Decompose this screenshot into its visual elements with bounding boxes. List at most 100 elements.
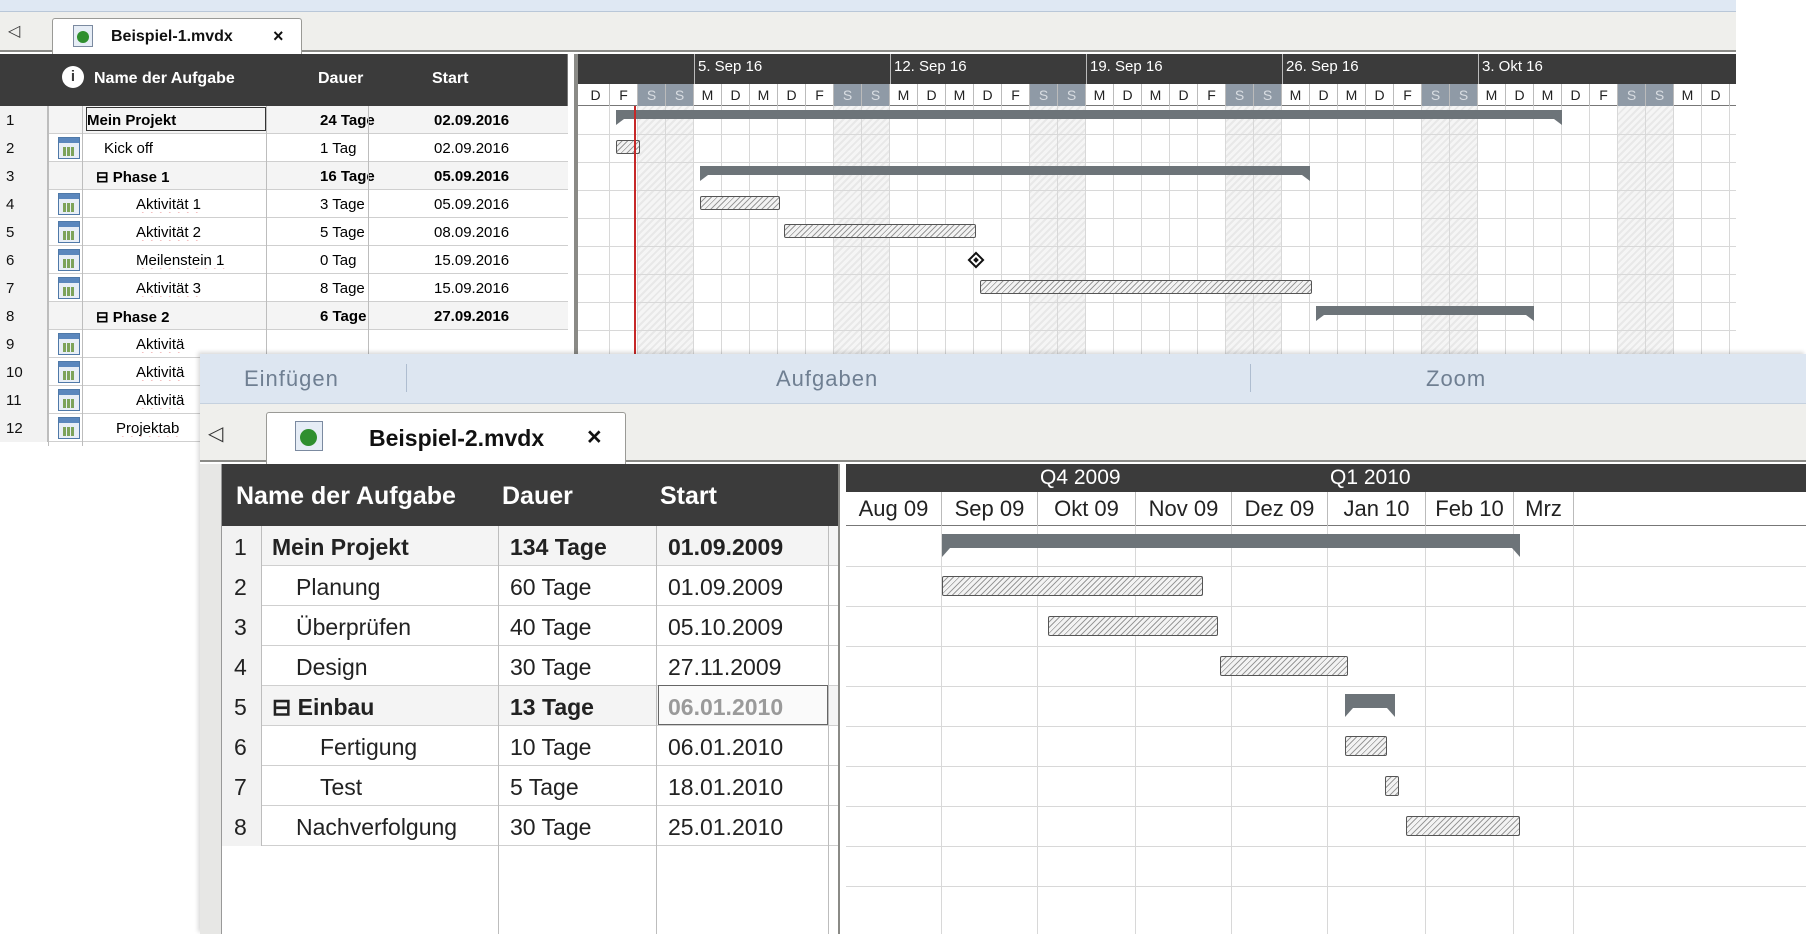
header-name[interactable]: Name der Aufgabe <box>236 482 456 511</box>
task-start[interactable]: 01.09.2009 <box>668 574 783 601</box>
table-row[interactable]: 5 Aktivität 2 5 Tage 08.09.2016 <box>0 218 568 246</box>
summary-bar[interactable] <box>1316 306 1534 321</box>
task-start[interactable]: 27.11.2009 <box>668 654 781 681</box>
column-divider[interactable] <box>48 106 49 446</box>
row-number[interactable]: 1 <box>222 526 262 566</box>
task-start[interactable]: 06.01.2010 <box>668 734 783 761</box>
summary-bar[interactable] <box>942 534 1520 557</box>
summary-bar[interactable] <box>616 110 1562 125</box>
table-row[interactable]: 3 Überprüfen 40 Tage 05.10.2009 <box>222 606 838 646</box>
task-bar[interactable] <box>784 224 976 238</box>
row-number[interactable]: 2 <box>0 134 48 162</box>
row-number[interactable]: 4 <box>0 190 48 218</box>
task-start[interactable]: 02.09.2016 <box>434 112 554 129</box>
scroll-left-icon[interactable]: ◁ <box>8 24 20 40</box>
close-tab-button[interactable]: × <box>273 26 284 47</box>
task-start[interactable]: 05.09.2016 <box>434 196 554 213</box>
table-row[interactable]: 5 ⊟ Einbau 13 Tage 06.01.2010 <box>222 685 838 726</box>
task-start[interactable]: 01.09.2009 <box>668 534 783 561</box>
task-duration[interactable]: 24 Tage <box>320 112 420 129</box>
row-number[interactable]: 8 <box>0 302 48 330</box>
task-bar[interactable] <box>616 140 640 154</box>
task-name[interactable]: ⊟ Phase 2 <box>96 308 308 326</box>
task-bar[interactable] <box>942 576 1204 596</box>
row-number[interactable]: 1 <box>0 106 48 134</box>
ribbon-group-tasks[interactable]: Aufgaben <box>776 366 878 392</box>
task-bar[interactable] <box>1406 816 1520 836</box>
task-bar[interactable] <box>1344 736 1387 756</box>
task-name[interactable]: ⊟ Phase 1 <box>96 168 308 186</box>
task-duration[interactable]: 8 Tage <box>320 280 420 297</box>
task-duration[interactable]: 6 Tage <box>320 308 420 325</box>
task-bar[interactable] <box>700 196 780 210</box>
table-row[interactable]: 6 Fertigung 10 Tage 06.01.2010 <box>222 726 838 766</box>
task-name[interactable]: Mein Projekt <box>86 107 266 131</box>
header-start[interactable]: Start <box>660 482 717 511</box>
row-number[interactable]: 6 <box>0 246 48 274</box>
task-name[interactable]: Aktivität 3 <box>96 280 308 297</box>
column-divider[interactable] <box>82 106 83 446</box>
row-number[interactable]: 7 <box>222 766 262 806</box>
task-name[interactable]: Fertigung <box>320 734 417 761</box>
task-start[interactable]: 06.01.2010 <box>668 694 783 721</box>
task-start[interactable]: 05.09.2016 <box>434 168 554 185</box>
table-row[interactable]: 8 ⊟ Phase 2 6 Tage 27.09.2016 <box>0 302 568 330</box>
row-number[interactable]: 5 <box>222 686 262 726</box>
row-number[interactable]: 12 <box>0 414 48 442</box>
task-bar[interactable] <box>1384 776 1399 796</box>
task-start[interactable]: 02.09.2016 <box>434 140 554 157</box>
tab-beispiel-2[interactable]: Beispiel-2.mvdx × <box>266 412 626 464</box>
summary-bar[interactable] <box>700 166 1310 181</box>
column-divider[interactable] <box>828 526 829 934</box>
task-name[interactable]: Aktivitä <box>96 336 308 353</box>
task-duration[interactable]: 30 Tage <box>510 654 591 681</box>
task-duration[interactable]: 10 Tage <box>510 734 591 761</box>
task-duration[interactable]: 0 Tag <box>320 252 420 269</box>
row-number[interactable]: 7 <box>0 274 48 302</box>
row-number[interactable]: 5 <box>0 218 48 246</box>
ribbon-group-zoom[interactable]: Zoom <box>1426 366 1486 392</box>
task-bar[interactable] <box>980 280 1312 294</box>
task-start[interactable]: 25.01.2010 <box>668 814 783 841</box>
row-number[interactable]: 9 <box>0 330 48 358</box>
task-name[interactable]: Meilenstein 1 <box>96 252 308 269</box>
header-dauer[interactable]: Dauer <box>502 482 573 511</box>
task-start[interactable]: 05.10.2009 <box>668 614 783 641</box>
task-name[interactable]: Kick off <box>96 140 308 157</box>
table-row[interactable]: 6 Meilenstein 1 0 Tag 15.09.2016 <box>0 246 568 274</box>
task-duration[interactable]: 1 Tag <box>320 140 420 157</box>
task-name[interactable]: ⊟ Einbau <box>272 694 374 721</box>
row-number[interactable]: 11 <box>0 386 48 414</box>
task-duration[interactable]: 16 Tage <box>320 168 420 185</box>
row-number[interactable]: 6 <box>222 726 262 766</box>
task-name[interactable]: Planung <box>296 574 380 601</box>
row-number[interactable]: 4 <box>222 646 262 686</box>
table-row[interactable]: 2 Kick off 1 Tag 02.09.2016 <box>0 134 568 162</box>
row-number[interactable]: 3 <box>222 606 262 646</box>
task-start[interactable]: 15.09.2016 <box>434 252 554 269</box>
task-name[interactable]: Mein Projekt <box>272 534 409 561</box>
ribbon-group-insert[interactable]: Einfügen <box>244 366 339 392</box>
table-row[interactable]: 3 ⊟ Phase 1 16 Tage 05.09.2016 <box>0 162 568 190</box>
task-duration[interactable]: 5 Tage <box>320 224 420 241</box>
table-row[interactable]: 1 Mein Projekt 24 Tage 02.09.2016 <box>0 106 568 134</box>
gantt-chart-2[interactable]: Q4 2009 Q1 2010 Aug 09 Sep 09 Okt 09 Nov 09 D… <box>846 464 1806 934</box>
table-row[interactable]: 7 Test 5 Tage 18.01.2010 <box>222 766 838 806</box>
table-row[interactable]: 2 Planung 60 Tage 01.09.2009 <box>222 566 838 606</box>
row-number[interactable]: 2 <box>222 566 262 606</box>
task-duration[interactable]: 60 Tage <box>510 574 591 601</box>
task-name[interactable]: Nachverfolgung <box>296 814 457 841</box>
row-number[interactable]: 8 <box>222 806 262 846</box>
table-row[interactable]: 4 Aktivität 1 3 Tage 05.09.2016 <box>0 190 568 218</box>
table-row[interactable]: 4 Design 30 Tage 27.11.2009 <box>222 646 838 686</box>
task-duration[interactable]: 3 Tage <box>320 196 420 213</box>
row-number[interactable]: 3 <box>0 162 48 190</box>
row-number[interactable]: 10 <box>0 358 48 386</box>
task-duration[interactable]: 134 Tage <box>510 534 607 561</box>
task-start[interactable]: 27.09.2016 <box>434 308 554 325</box>
table-row[interactable]: 8 Nachverfolgung 30 Tage 25.01.2010 <box>222 806 838 846</box>
table-row[interactable]: 1 Mein Projekt 134 Tage 01.09.2009 <box>222 526 838 566</box>
task-bar[interactable] <box>1219 656 1348 676</box>
close-tab-button[interactable]: × <box>587 423 602 452</box>
task-duration[interactable]: 13 Tage <box>510 694 594 721</box>
